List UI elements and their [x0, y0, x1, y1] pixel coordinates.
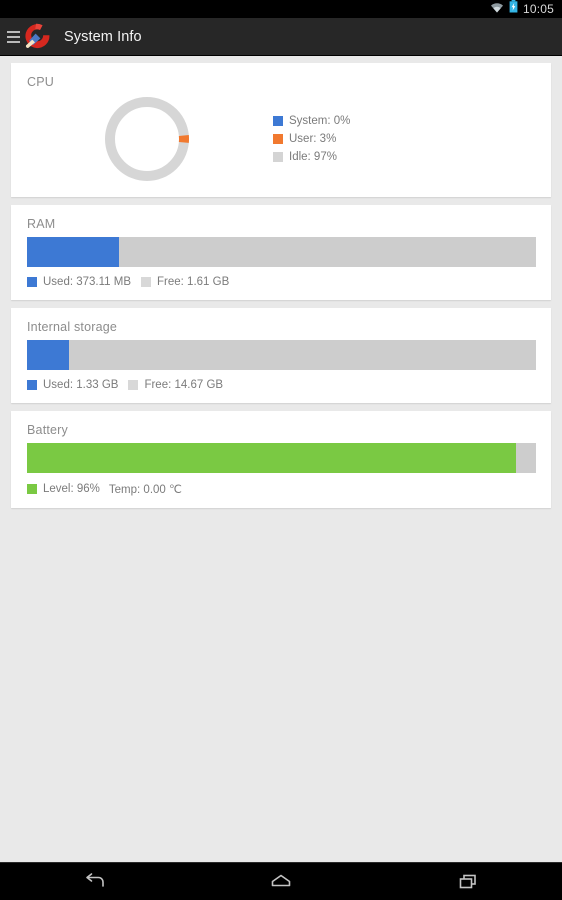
home-icon[interactable]	[251, 863, 311, 900]
storage-free-label: Free: 14.67 GB	[144, 379, 224, 391]
status-bar-clock: 10:05	[522, 2, 554, 16]
idle-color-swatch	[273, 152, 283, 162]
ram-used-fill	[27, 237, 120, 267]
system-color-swatch	[273, 116, 283, 126]
used-color-swatch	[27, 277, 37, 287]
storage-used-fill	[27, 340, 70, 370]
ram-usage-bar	[27, 237, 536, 267]
internal-storage-card[interactable]: Internal storage Used: 1.33 GB Free: 14.…	[11, 308, 551, 403]
storage-legend: Used: 1.33 GB Free: 14.67 GB	[27, 379, 535, 391]
cpu-legend-label-system: System: 0%	[289, 115, 351, 127]
used-color-swatch	[27, 380, 37, 390]
cpu-legend-item-system: System: 0%	[273, 115, 350, 127]
storage-legend-item-used: Used: 1.33 GB	[27, 379, 118, 391]
battery-level-bar	[27, 443, 536, 473]
free-color-swatch	[128, 380, 139, 390]
ram-used-label: Used: 373.11 MB	[43, 276, 132, 288]
page-title: System Info	[64, 28, 142, 45]
cpu-legend-item-idle: Idle: 97%	[273, 151, 350, 163]
battery-level-label: Level: 96%	[43, 483, 100, 495]
user-color-swatch	[273, 134, 283, 144]
recents-icon[interactable]	[438, 863, 498, 900]
storage-usage-bar	[27, 340, 536, 370]
status-bar: 10:05	[0, 0, 562, 18]
internal-storage-card-title: Internal storage	[27, 320, 118, 334]
battery-legend: Level: 96% Temp: 0.00 ℃	[27, 482, 535, 496]
battery-temp-label: Temp: 0.00 ℃	[108, 484, 182, 496]
action-bar: System Info	[0, 18, 562, 56]
back-icon[interactable]	[64, 863, 124, 900]
ram-legend-item-used: Used: 373.11 MB	[27, 276, 131, 288]
cpu-donut-chart	[27, 96, 267, 182]
app-root: 10:05 System Info CPU System: 0% User: 3…	[0, 0, 562, 900]
battery-legend-item-level: Level: 96% Temp: 0.00 ℃	[27, 482, 182, 496]
cpu-legend: System: 0% User: 3% Idle: 97%	[273, 115, 350, 163]
battery-card[interactable]: Battery Level: 96% Temp: 0.00 ℃	[11, 411, 551, 508]
ram-legend: Used: 373.11 MB Free: 1.61 GB	[27, 276, 535, 288]
ccleaner-logo-icon[interactable]	[22, 21, 54, 53]
cpu-legend-label-idle: Idle: 97%	[289, 151, 337, 163]
storage-legend-item-free: Free: 14.67 GB	[128, 379, 223, 391]
wifi-icon	[490, 0, 504, 18]
ram-card-title: RAM	[27, 217, 56, 231]
hamburger-menu-icon[interactable]	[4, 25, 20, 49]
storage-used-label: Used: 1.33 GB	[43, 379, 119, 391]
content-scroll-area[interactable]: CPU System: 0% User: 3% Idle: 97% RAM Us…	[0, 56, 562, 862]
level-color-swatch	[27, 484, 37, 494]
cpu-legend-item-user: User: 3%	[273, 133, 350, 145]
battery-charging-icon	[509, 0, 518, 18]
android-navigation-bar	[0, 862, 562, 900]
ram-card[interactable]: RAM Used: 373.11 MB Free: 1.61 GB	[11, 205, 551, 300]
cpu-card-body: System: 0% User: 3% Idle: 97%	[27, 93, 535, 185]
cpu-legend-label-user: User: 3%	[289, 133, 337, 145]
status-bar-icons: 10:05	[490, 0, 554, 18]
battery-level-fill	[27, 443, 516, 473]
free-color-swatch	[141, 277, 152, 287]
battery-card-title: Battery	[27, 423, 68, 437]
ram-legend-item-free: Free: 1.61 GB	[141, 276, 229, 288]
cpu-card-title: CPU	[27, 75, 54, 89]
ram-free-label: Free: 1.61 GB	[157, 276, 230, 288]
cpu-card[interactable]: CPU System: 0% User: 3% Idle: 97%	[11, 63, 551, 197]
